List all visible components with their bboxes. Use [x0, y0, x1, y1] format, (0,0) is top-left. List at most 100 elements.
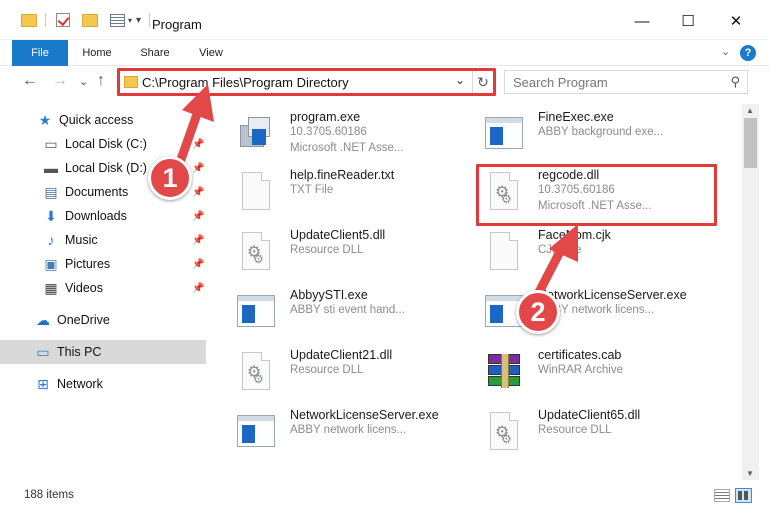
- back-button[interactable]: ←: [22, 72, 38, 90]
- file-name: FaceNom.cjk: [538, 228, 611, 242]
- pin-icon[interactable]: 📌: [192, 139, 204, 150]
- sidebar-item-label: Quick access: [59, 113, 134, 127]
- file-item-networklicenseserver-exe[interactable]: NetworkLicenseServer.exe ABBY network li…: [468, 284, 712, 342]
- file-description: Microsoft .NET Asse...: [290, 142, 404, 154]
- toolbar-divider: [149, 13, 151, 27]
- minimize-button[interactable]: —: [620, 8, 664, 34]
- title-bar: ▾ ▾ Program — ☐ ✕: [0, 0, 769, 40]
- file-item-updateclient21-dll[interactable]: ⚙ ⚙ UpdateClient21.dll Resource DLL: [220, 344, 464, 402]
- sidebar-item-pictures[interactable]: ▣ Pictures 📌: [0, 252, 206, 276]
- file-name: UpdateClient5.dll: [290, 228, 386, 242]
- sidebar-item-quick-access[interactable]: ★ Quick access: [0, 108, 206, 132]
- address-bar[interactable]: C:\Program Files\Program Directory ⌄ ↻: [119, 70, 494, 94]
- pin-icon[interactable]: 📌: [192, 163, 204, 174]
- file-type: TXT File: [290, 184, 334, 196]
- file-description: ABBY network licens...: [538, 304, 655, 316]
- sidebar-item-local-disk-c[interactable]: ▭ Local Disk (C:) 📌: [0, 132, 206, 156]
- cloud-icon: ☁: [36, 311, 50, 328]
- close-button[interactable]: ✕: [714, 8, 758, 34]
- pictures-icon: ▣: [44, 255, 58, 272]
- help-icon[interactable]: ?: [740, 45, 756, 61]
- quick-access-toolbar: ▾ ▾: [21, 13, 151, 27]
- file-type: WinRAR Archive: [538, 364, 623, 376]
- quick-access-menu-icon[interactable]: ▾: [136, 15, 141, 26]
- file-item-abbyysti-exe[interactable]: AbbyySTI.exe ABBY sti event hand...: [220, 284, 464, 342]
- maximize-button[interactable]: ☐: [666, 8, 710, 34]
- sidebar-item-this-pc[interactable]: ▭ This PC: [0, 340, 206, 364]
- file-item-help-txt[interactable]: help.fineReader.txt TXT File: [220, 164, 464, 222]
- folder-icon[interactable]: [21, 13, 37, 27]
- tiles-view-icon[interactable]: [735, 488, 752, 503]
- file-item-updateclient5-dll[interactable]: ⚙ ⚙ UpdateClient5.dll Resource DLL: [220, 224, 464, 282]
- file-type: Resource DLL: [290, 244, 364, 256]
- forward-button[interactable]: →: [52, 72, 68, 90]
- file-name: AbbyySTI.exe: [290, 288, 368, 302]
- file-name: program.exe: [290, 110, 361, 124]
- file-item-regcode-dll[interactable]: ⚙ ⚙ regcode.dll 10.3705.60186 Microsoft .…: [468, 164, 712, 222]
- step-1-badge: 1: [148, 156, 192, 200]
- tab-home[interactable]: Home: [76, 40, 118, 66]
- application-icon: [482, 112, 526, 156]
- pin-icon[interactable]: 📌: [192, 259, 204, 270]
- winrar-archive-icon: [482, 350, 526, 394]
- tab-view[interactable]: View: [192, 40, 230, 66]
- recent-locations-button[interactable]: ⌄: [79, 75, 88, 88]
- search-input[interactable]: Search Program: [513, 75, 608, 90]
- vertical-scrollbar[interactable]: ▲ ▼: [742, 104, 759, 480]
- sidebar-item-label: Network: [57, 377, 103, 391]
- new-folder-icon[interactable]: [82, 13, 98, 27]
- file-name: NetworkLicenseServer.exe: [290, 408, 439, 422]
- generic-file-icon: [482, 230, 526, 274]
- file-description: ABBY background exe...: [538, 126, 664, 138]
- file-version: 10.3705.60186: [538, 184, 615, 196]
- item-count: 188 items: [24, 489, 74, 501]
- sidebar-item-network[interactable]: ⊞ Network: [0, 372, 206, 396]
- sidebar-item-music[interactable]: ♪ Music 📌: [0, 228, 206, 252]
- file-item-fineexec-exe[interactable]: FineExec.exe ABBY background exe...: [468, 106, 712, 164]
- details-view-icon[interactable]: [714, 489, 730, 502]
- window-title: Program: [152, 17, 202, 32]
- file-item-updateclient65-dll[interactable]: ⚙ ⚙ UpdateClient65.dll Resource DLL: [468, 404, 712, 462]
- file-name: help.fineReader.txt: [290, 168, 395, 182]
- address-dropdown-icon[interactable]: ⌄: [455, 73, 465, 87]
- search-box[interactable]: Search Program ⚲: [504, 70, 748, 94]
- up-button[interactable]: ↑: [97, 72, 105, 90]
- customize-dropdown-icon[interactable]: ▾: [128, 16, 132, 25]
- properties-icon[interactable]: [110, 13, 125, 27]
- sidebar-item-videos[interactable]: ▦ Videos 📌: [0, 276, 206, 300]
- step-2-badge: 2: [516, 290, 560, 334]
- address-text[interactable]: C:\Program Files\Program Directory: [142, 75, 349, 90]
- file-description: ABBY network licens...: [290, 424, 407, 436]
- file-item-certificates-cab[interactable]: certificates.cab WinRAR Archive: [468, 344, 712, 402]
- scroll-up-icon[interactable]: ▲: [746, 106, 754, 115]
- checkmark-icon[interactable]: [56, 13, 70, 27]
- status-bar: 188 items: [0, 484, 769, 508]
- file-item-facenom-cjk[interactable]: FaceNom.cjk CJK File: [468, 224, 712, 282]
- sidebar-item-downloads[interactable]: ⬇ Downloads 📌: [0, 204, 206, 228]
- pin-icon[interactable]: 📌: [192, 187, 204, 198]
- pin-icon[interactable]: 📌: [192, 211, 204, 222]
- file-description: Microsoft .NET Asse...: [538, 200, 652, 212]
- expand-ribbon-icon[interactable]: ⌄: [721, 45, 730, 58]
- file-list: program.exe 10.3705.60186 Microsoft .NET…: [210, 104, 742, 480]
- music-icon: ♪: [47, 232, 55, 248]
- refresh-button[interactable]: ↻: [472, 71, 493, 93]
- search-icon[interactable]: ⚲: [730, 74, 740, 90]
- file-version: 10.3705.60186: [290, 126, 367, 138]
- file-name: UpdateClient21.dll: [290, 348, 393, 362]
- file-item-networklicenseserver-exe[interactable]: NetworkLicenseServer.exe ABBY network li…: [220, 404, 464, 462]
- documents-icon: ▤: [44, 183, 58, 200]
- file-type: Resource DLL: [538, 424, 612, 436]
- tab-share[interactable]: Share: [134, 40, 176, 66]
- pin-icon[interactable]: 📌: [192, 283, 204, 294]
- tab-file[interactable]: File: [12, 40, 68, 66]
- scroll-thumb[interactable]: [744, 118, 757, 168]
- download-icon: ⬇: [45, 207, 57, 224]
- file-type: Resource DLL: [290, 364, 364, 376]
- sidebar-item-onedrive[interactable]: ☁ OneDrive: [0, 308, 206, 332]
- file-name: certificates.cab: [538, 348, 622, 362]
- file-item-program-exe[interactable]: program.exe 10.3705.60186 Microsoft .NET…: [220, 106, 464, 164]
- scroll-down-icon[interactable]: ▼: [746, 469, 754, 478]
- pin-icon[interactable]: 📌: [192, 235, 204, 246]
- file-name: regcode.dll: [538, 168, 600, 182]
